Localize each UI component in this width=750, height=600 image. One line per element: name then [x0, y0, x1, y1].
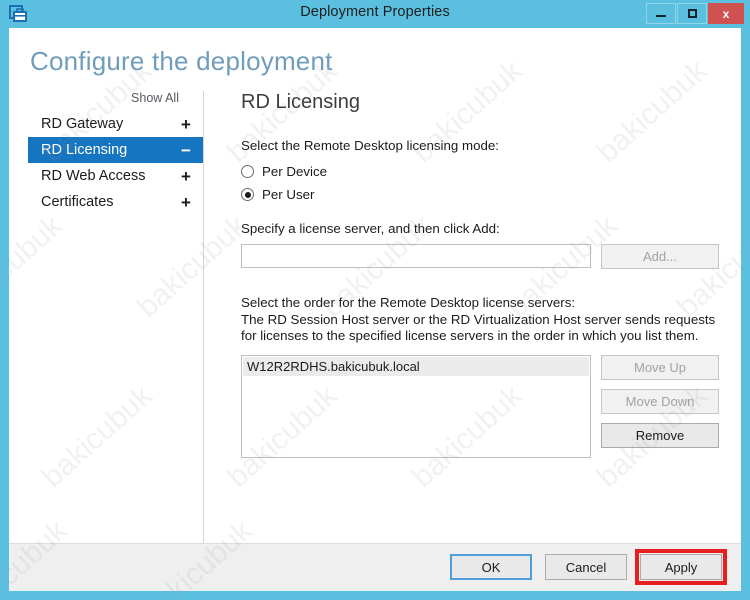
- radio-label: Per Device: [262, 164, 328, 179]
- move-up-button[interactable]: Move Up: [601, 354, 719, 380]
- close-button[interactable]: x: [708, 3, 744, 24]
- expand-plus-icon: +: [181, 114, 191, 134]
- list-action-buttons: Move Up Move Down Remove: [601, 354, 719, 448]
- minimize-button[interactable]: [646, 3, 676, 24]
- radio-per-user[interactable]: Per User: [241, 184, 721, 205]
- license-server-list-row: W12R2RDHS.bakicubuk.local Move Up Move D…: [241, 354, 721, 458]
- client-area: Configure the deployment Show All RD Gat…: [9, 28, 741, 591]
- main-panel: RD Licensing Select the Remote Desktop l…: [241, 91, 721, 458]
- sidebar-item-rd-licensing[interactable]: RD Licensing −: [28, 137, 203, 163]
- title-bar: Deployment Properties x: [0, 0, 750, 28]
- sidebar-divider: [203, 91, 204, 559]
- sidebar-item-label: RD Gateway: [41, 116, 124, 132]
- license-server-listbox[interactable]: W12R2RDHS.bakicubuk.local: [241, 354, 591, 458]
- cancel-button[interactable]: Cancel: [545, 554, 627, 580]
- radio-selected-icon: [241, 188, 254, 201]
- sidebar-nav-list: RD Gateway + RD Licensing − RD Web Acces…: [28, 111, 203, 215]
- move-down-button[interactable]: Move Down: [601, 388, 719, 414]
- ok-button[interactable]: OK: [450, 554, 532, 580]
- collapse-minus-icon: −: [181, 140, 191, 160]
- sidebar-item-certificates[interactable]: Certificates +: [28, 189, 203, 215]
- sidebar-item-rd-gateway[interactable]: RD Gateway +: [28, 111, 203, 137]
- license-server-entry-row: Add...: [241, 244, 721, 269]
- add-button[interactable]: Add...: [601, 244, 719, 269]
- license-order-description: The RD Session Host server or the RD Vir…: [241, 311, 716, 344]
- expand-plus-icon: +: [181, 166, 191, 186]
- license-order-label: Select the order for the Remote Desktop …: [241, 295, 576, 310]
- licensing-mode-label: Select the Remote Desktop licensing mode…: [241, 138, 499, 153]
- remove-button[interactable]: Remove: [601, 422, 719, 448]
- radio-icon: [241, 165, 254, 178]
- specify-license-server-label: Specify a license server, and then click…: [241, 221, 500, 236]
- radio-per-device[interactable]: Per Device: [241, 161, 721, 182]
- footer-buttons: OK Cancel Apply: [450, 554, 722, 580]
- sidebar-item-label: Certificates: [41, 194, 114, 210]
- show-all-label[interactable]: Show All: [131, 91, 179, 105]
- maximize-button[interactable]: [677, 3, 707, 24]
- sidebar-item-label: RD Web Access: [41, 168, 146, 184]
- apply-button[interactable]: Apply: [640, 554, 722, 580]
- license-server-input[interactable]: [241, 244, 591, 268]
- section-title: RD Licensing: [241, 91, 360, 113]
- window-controls: x: [645, 3, 744, 24]
- list-item[interactable]: W12R2RDHS.bakicubuk.local: [243, 356, 589, 376]
- page-title: Configure the deployment: [30, 46, 333, 76]
- radio-label: Per User: [262, 187, 315, 202]
- sidebar-item-label: RD Licensing: [41, 142, 128, 158]
- window-title: Deployment Properties: [300, 4, 450, 20]
- dialog-footer: OK Cancel Apply: [9, 543, 741, 591]
- expand-plus-icon: +: [181, 192, 191, 212]
- deployment-properties-window: Deployment Properties x Configure the de…: [0, 0, 750, 600]
- sidebar-item-rd-web-access[interactable]: RD Web Access +: [28, 163, 203, 189]
